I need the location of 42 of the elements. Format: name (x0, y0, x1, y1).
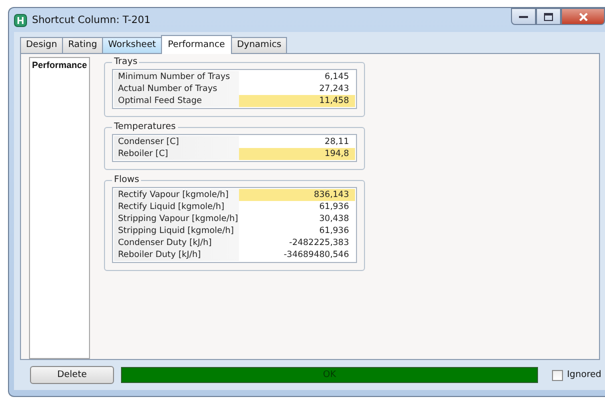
group-title: Trays (113, 57, 138, 67)
close-button[interactable] (561, 8, 605, 25)
row-label: Optimal Feed Stage (114, 95, 239, 107)
minimize-button[interactable] (511, 8, 536, 25)
tab[interactable]: Performance (160, 35, 232, 54)
maximize-button[interactable] (536, 8, 561, 25)
status-bar: OK (121, 367, 538, 383)
ignored-checkbox[interactable] (552, 370, 563, 380)
app-icon (14, 14, 27, 26)
row-label: Reboiler [C] (114, 148, 239, 160)
row-label: Condenser Duty [kJ/h] (114, 237, 239, 249)
value-cell[interactable]: -2482225,383 (239, 237, 355, 249)
row-label: Stripping Liquid [kgmole/h] (114, 225, 239, 237)
value-cell[interactable]: -34689480,546 (239, 249, 355, 261)
delete-button[interactable]: Delete (30, 366, 114, 384)
value-cell[interactable]: 11,458 (239, 95, 355, 107)
value-cell[interactable]: 836,143 (239, 189, 355, 201)
group-title: Temperatures (113, 122, 177, 132)
row-label: Actual Number of Trays (114, 83, 239, 95)
value-cell[interactable]: 61,936 (239, 225, 355, 237)
row-label: Rectify Liquid [kgmole/h] (114, 201, 239, 213)
tab[interactable]: Design (20, 37, 64, 53)
close-icon (578, 12, 588, 20)
value-cell[interactable]: 28,11 (239, 136, 355, 148)
value-cell[interactable]: 194,8 (239, 148, 355, 160)
maximize-icon (544, 12, 553, 20)
value-cell[interactable]: 27,243 (239, 83, 355, 95)
row-label: Reboiler Duty [kJ/h] (114, 249, 239, 261)
row-label: Condenser [C] (114, 136, 239, 148)
window-title: Shortcut Column: T-201 (32, 14, 151, 26)
sidebar-item[interactable]: Performance (30, 58, 89, 72)
tab[interactable]: Dynamics (230, 37, 288, 53)
tab[interactable]: Rating (62, 37, 104, 53)
row-label: Minimum Number of Trays (114, 71, 239, 83)
checkbox-label: Ignored (567, 370, 602, 380)
value-cell[interactable]: 6,145 (239, 71, 355, 83)
value-cell[interactable]: 61,936 (239, 201, 355, 213)
tab[interactable]: Worksheet (102, 37, 162, 53)
group-title: Flows (113, 175, 140, 185)
value-cell[interactable]: 30,438 (239, 213, 355, 225)
row-label: Rectify Vapour [kgmole/h] (114, 189, 239, 201)
row-label: Stripping Vapour [kgmole/h] (114, 213, 239, 225)
